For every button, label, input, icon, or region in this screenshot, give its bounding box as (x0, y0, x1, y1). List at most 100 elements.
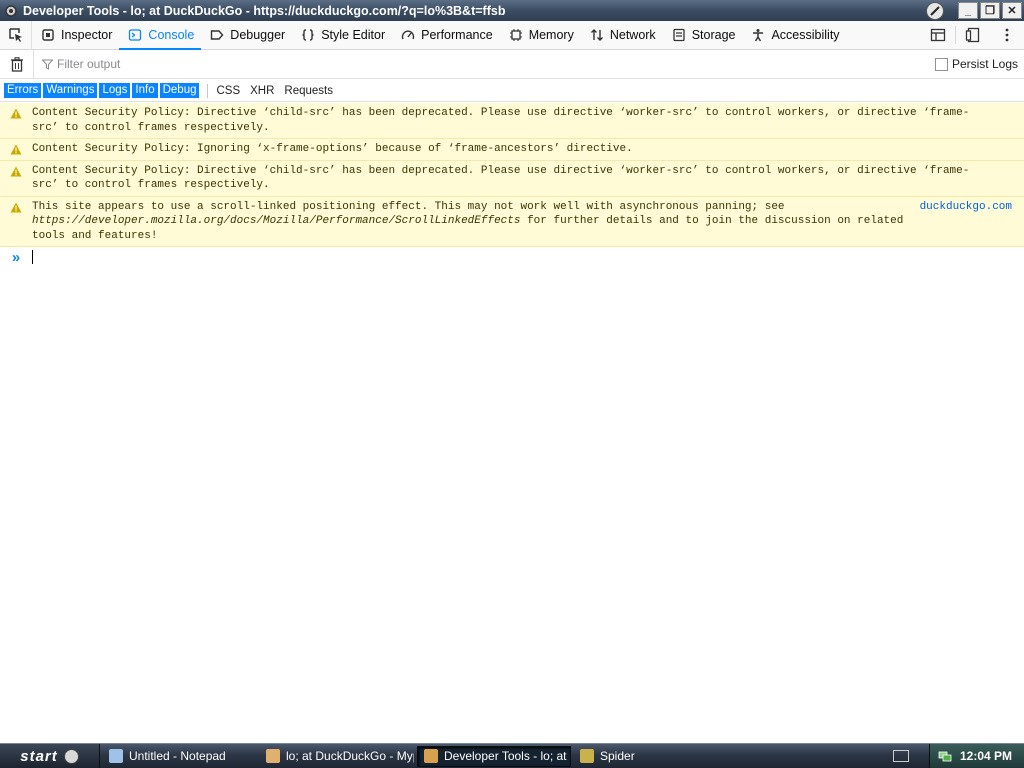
tab-storage[interactable]: Storage (663, 21, 743, 50)
window-title: Developer Tools - lo; at DuckDuckGo - ht… (23, 3, 506, 18)
clear-console-button[interactable] (0, 49, 34, 79)
tab-style-editor[interactable]: Style Editor (292, 21, 392, 50)
warning-message[interactable]: Content Security Policy: Directive ‘chil… (0, 103, 1024, 139)
message-text: Content Security Policy: Directive ‘chil… (32, 107, 970, 134)
tab-label: Console (148, 28, 195, 42)
network-tray-icon[interactable] (938, 749, 952, 763)
system-tray: 12:04 PM (892, 743, 1024, 768)
log-level-filters: Errors Warnings Logs Info Debug CSS XHR Reques… (0, 80, 1024, 102)
debugger-icon (211, 30, 224, 40)
warning-icon (10, 202, 22, 212)
theme-icon[interactable] (926, 1, 944, 20)
start-button[interactable]: start (0, 743, 100, 768)
accessibility-icon (753, 29, 764, 42)
filter-placeholder: Filter output (57, 57, 121, 71)
tab-console[interactable]: Console (119, 20, 202, 50)
devtools-toolbar: Inspector Console Debugger Style Editor Perf… (0, 20, 1024, 50)
tab-label: Network (609, 28, 656, 42)
restore-button[interactable]: ❐ (980, 2, 1000, 19)
tab-inspector[interactable]: Inspector (32, 21, 119, 50)
tab-label: Accessibility (771, 28, 840, 42)
window-title-bar[interactable]: Developer Tools - lo; at DuckDuckGo - ht… (0, 0, 1024, 21)
element-picker-icon (8, 28, 22, 42)
persist-logs-label: Persist Logs (951, 57, 1018, 71)
split-console-icon (930, 28, 946, 42)
more-options-button[interactable] (990, 21, 1024, 50)
warning-message[interactable]: Content Security Policy: Ignoring ‘x-fra… (0, 139, 1024, 161)
split-console-button[interactable] (921, 21, 955, 50)
tab-label: Storage (691, 28, 736, 42)
message-source-link[interactable]: duckduckgo.com (920, 201, 1012, 213)
taskbar: start Untitled - Notepad lo; at DuckDuckG… (0, 743, 1024, 768)
warning-icon (10, 144, 22, 155)
message-text: Content Security Policy: Ignoring ‘x-fra… (32, 143, 633, 155)
message-text: Content Security Policy: Directive ‘chil… (32, 164, 970, 192)
task-label: Untitled - Notepad (129, 749, 226, 763)
filter-logs-button[interactable]: Logs (99, 83, 131, 98)
network-icon (590, 29, 603, 41)
app-icon (109, 749, 123, 763)
filter-icon (42, 59, 53, 70)
tab-debugger[interactable]: Debugger (201, 21, 292, 50)
tab-accessibility[interactable]: Accessibility (742, 21, 846, 50)
persist-logs-checkbox[interactable] (934, 57, 948, 71)
minimize-button[interactable]: _ (958, 2, 978, 19)
element-picker-button[interactable] (0, 20, 32, 50)
warning-icon (10, 108, 22, 119)
console-output: Content Security Policy: Directive ‘chil… (0, 103, 1024, 247)
tab-performance[interactable]: Performance (392, 21, 500, 50)
app-icon (424, 749, 438, 763)
task-label: lo; at DuckDuckGo - Mypal (286, 749, 414, 763)
task-label: Developer Tools - lo; at ... (444, 749, 571, 763)
inspector-icon (42, 29, 54, 41)
memory-icon (509, 29, 522, 41)
message-text-part: This site appears to use a scroll-linked… (32, 200, 785, 213)
filter-output-input[interactable]: Filter output (42, 57, 120, 71)
persist-logs-toggle[interactable]: Persist Logs (934, 57, 1018, 71)
text-caret (32, 250, 33, 264)
tab-label: Inspector (61, 28, 113, 42)
filter-debug-button[interactable]: Debug (159, 83, 200, 98)
dock-side-icon (965, 27, 980, 43)
start-label: start (20, 747, 58, 765)
tab-label: Debugger (230, 28, 286, 42)
dock-button[interactable] (956, 21, 990, 50)
kebab-menu-icon (1005, 28, 1009, 42)
console-input[interactable]: » (0, 247, 1024, 267)
filter-css-button[interactable]: CSS (216, 85, 240, 97)
docs-link[interactable]: https://developer.mozilla.org/docs/Mozil… (32, 215, 520, 227)
taskbar-task[interactable]: Untitled - Notepad (103, 746, 257, 767)
close-button[interactable]: ✕ (1002, 2, 1022, 19)
filter-errors-button[interactable]: Errors (4, 83, 42, 98)
message-text: This site appears to use a scroll-linked… (32, 200, 1024, 244)
warning-message[interactable]: Content Security Policy: Directive ‘chil… (0, 160, 1024, 197)
style-editor-icon (302, 29, 314, 41)
performance-icon (401, 30, 415, 40)
prompt-chevron-icon: » (11, 248, 21, 266)
taskbar-task[interactable]: lo; at DuckDuckGo - Mypal (260, 746, 414, 767)
filter-requests-button[interactable]: Requests (284, 85, 333, 97)
tab-label: Performance (421, 28, 493, 42)
start-orb-icon (63, 748, 79, 764)
tab-label: Memory (528, 28, 574, 42)
console-filter-bar: Filter output Persist Logs (0, 49, 1024, 79)
gear-icon (5, 4, 17, 17)
warning-message[interactable]: This site appears to use a scroll-linked… (0, 196, 1024, 247)
filter-info-button[interactable]: Info (132, 83, 158, 98)
warning-icon (10, 166, 22, 176)
tab-memory[interactable]: Memory (500, 21, 581, 50)
app-icon (266, 749, 280, 763)
clock: 12:04 PM (959, 749, 1012, 763)
tab-network[interactable]: Network (581, 21, 663, 50)
filter-xhr-button[interactable]: XHR (250, 85, 274, 97)
taskbar-task[interactable]: Spider (574, 746, 684, 767)
filter-warnings-button[interactable]: Warnings (43, 83, 98, 98)
task-label: Spider (600, 749, 635, 763)
storage-icon (673, 28, 685, 42)
console-icon (129, 29, 142, 41)
keyboard-icon[interactable] (892, 750, 909, 762)
clock-area[interactable]: 12:04 PM (928, 743, 1024, 768)
tab-label: Style Editor (321, 28, 386, 42)
trash-icon (10, 56, 23, 72)
taskbar-task[interactable]: Developer Tools - lo; at ... (417, 745, 571, 767)
